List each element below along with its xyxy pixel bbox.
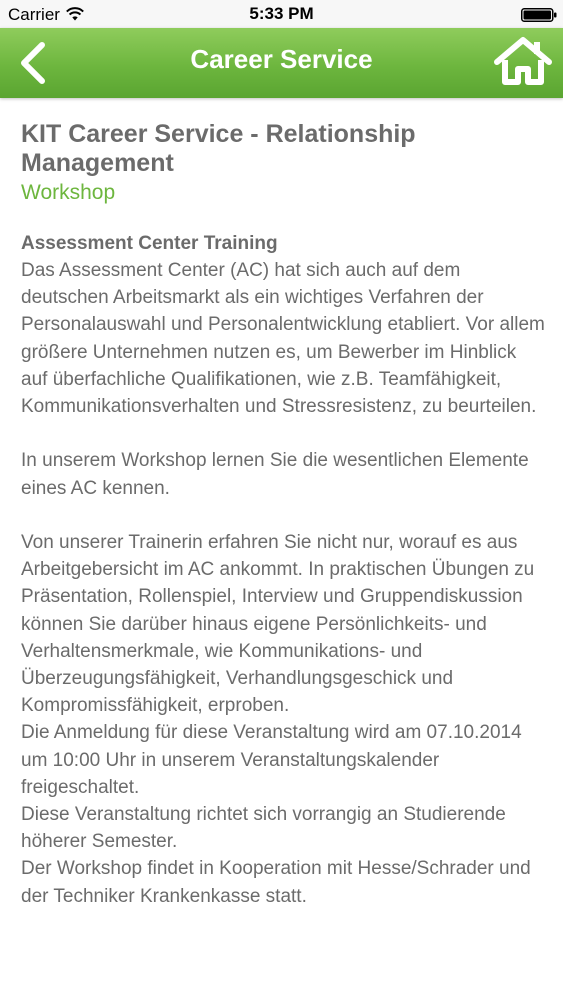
content-area: KIT Career Service - Relationship Manage… bbox=[21, 120, 546, 910]
back-button[interactable] bbox=[8, 36, 58, 90]
category-label: Workshop bbox=[21, 181, 116, 204]
nav-title: Career Service bbox=[190, 44, 373, 74]
chevron-left-icon bbox=[21, 42, 45, 84]
battery-icon bbox=[521, 8, 557, 22]
description-paragraph: Von unserer Trainerin erfahren Sie nicht… bbox=[21, 532, 535, 717]
page-title: KIT Career Service - Relationship Manage… bbox=[21, 120, 416, 177]
registration-info: Die Anmeldung für diese Veranstaltung wi… bbox=[21, 722, 522, 798]
status-time: 5:33 PM bbox=[249, 4, 314, 23]
home-icon bbox=[494, 37, 552, 85]
status-bar: Carrier 5:33 PM bbox=[0, 0, 563, 28]
description-paragraph: Das Assessment Center (AC) hat sich auch… bbox=[21, 260, 545, 418]
home-button[interactable] bbox=[490, 34, 556, 88]
cooperation-info: Der Workshop findet in Kooperation mit H… bbox=[21, 858, 531, 907]
event-title: Assessment Center Training bbox=[21, 233, 278, 254]
audience-info: Diese Veranstaltung richtet sich vorrang… bbox=[21, 804, 506, 853]
description-paragraph: In unserem Workshop lernen Sie die wesen… bbox=[21, 450, 529, 499]
navigation-bar: Career Service bbox=[0, 28, 563, 98]
